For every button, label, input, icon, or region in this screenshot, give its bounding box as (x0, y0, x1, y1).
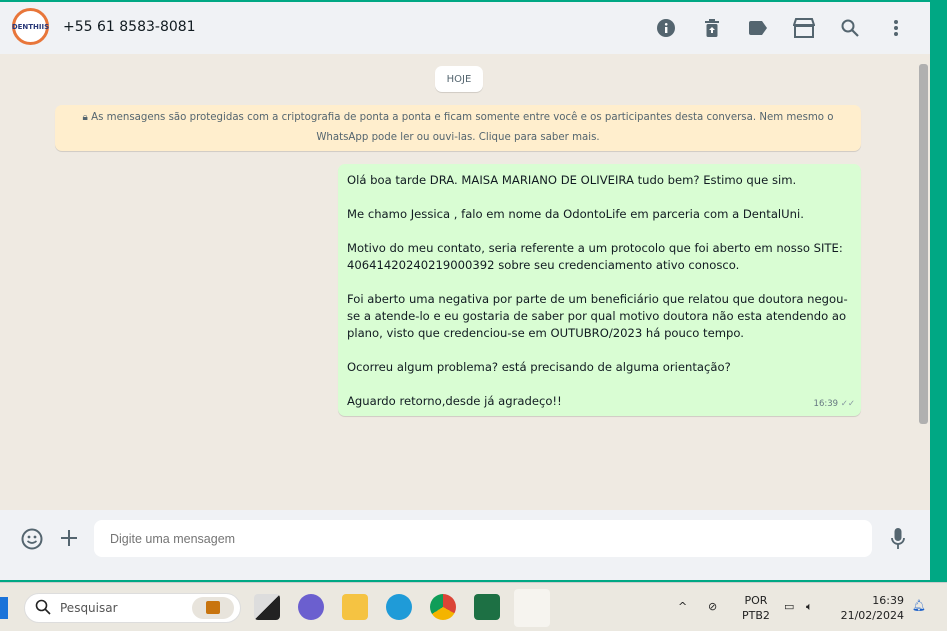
search-placeholder: Pesquisar (60, 601, 118, 615)
microphone-icon[interactable] (891, 528, 905, 554)
contact-avatar[interactable]: DENTHIIS (12, 8, 49, 45)
label-icon[interactable] (746, 16, 770, 40)
clock-time: 16:39 (872, 594, 904, 607)
date-divider: HOJE (435, 66, 483, 92)
chat-header: DENTHIIS +55 61 8583-8081 (0, 2, 930, 54)
chrome-icon[interactable] (430, 594, 456, 620)
task-view-icon[interactable] (254, 594, 280, 620)
network-icon[interactable]: ▭ (784, 599, 794, 614)
attach-plus-icon[interactable] (60, 529, 78, 551)
clock-date: 21/02/2024 (840, 609, 904, 622)
search-icon (35, 599, 51, 618)
message-input[interactable] (94, 520, 872, 557)
message-paragraph: Motivo do meu contato, seria referente a… (347, 241, 843, 272)
scrollbar[interactable] (919, 64, 928, 424)
emoji-icon[interactable] (21, 528, 43, 554)
snipping-tool-icon[interactable] (514, 589, 550, 627)
briefcase-icon (192, 597, 234, 619)
delete-icon[interactable] (700, 16, 724, 40)
show-hidden-icons[interactable]: ^ (678, 599, 687, 614)
volume-icon[interactable]: 🔈︎ (806, 599, 813, 614)
message-paragraph: Foi aberto uma negativa por parte de um … (347, 292, 848, 340)
lang-code: POR (744, 594, 768, 607)
contact-name[interactable]: +55 61 8583-8081 (63, 19, 196, 35)
start-button[interactable] (0, 597, 8, 619)
onedrive-offline-icon[interactable]: ⊘ (708, 599, 717, 614)
info-icon[interactable] (654, 16, 678, 40)
encryption-notice-text: As mensagens são protegidas com a cripto… (91, 112, 834, 143)
clock[interactable]: 16:39 21/02/2024 (838, 593, 904, 623)
message-list: HOJE 🔒︎ As mensagens são protegidas com … (0, 54, 918, 510)
whatsapp-window: DENTHIIS +55 61 8583-8081 HOJE 🔒︎ As men… (0, 2, 930, 580)
message-paragraph: Aguardo retorno,desde já agradeço!! (347, 394, 562, 408)
file-explorer-icon[interactable] (342, 594, 368, 620)
encryption-notice[interactable]: 🔒︎ As mensagens são protegidas com a cri… (55, 105, 861, 151)
excel-icon[interactable] (474, 594, 500, 620)
outgoing-message[interactable]: Olá boa tarde DRA. MAISA MARIANO DE OLIV… (338, 164, 861, 416)
input-language[interactable]: POR PTB2 (742, 593, 770, 623)
lock-icon: 🔒︎ (82, 112, 92, 123)
store-icon[interactable] (792, 16, 816, 40)
message-time: 16:39 (813, 399, 839, 409)
message-paragraph: Ocorreu algum problema? está precisando … (347, 360, 731, 374)
taskbar-search[interactable]: Pesquisar (24, 593, 241, 623)
read-receipt-icon: ✓✓ (840, 399, 855, 409)
message-paragraph: Olá boa tarde DRA. MAISA MARIANO DE OLIV… (347, 173, 797, 187)
edge-icon[interactable] (386, 594, 412, 620)
message-paragraph: Me chamo Jessica , falo em nome da Odont… (347, 207, 804, 221)
windows-taskbar: Pesquisar ^ ⊘ POR PTB2 ▭ 🔈︎ 16:39 21/02/20… (0, 582, 947, 631)
notification-bell-icon[interactable]: 🔔︎ (912, 598, 926, 613)
lang-layout: PTB2 (742, 609, 770, 622)
composer (0, 510, 930, 580)
search-icon[interactable] (838, 16, 862, 40)
more-vertical-icon[interactable] (884, 16, 908, 40)
teams-icon[interactable] (298, 594, 324, 620)
